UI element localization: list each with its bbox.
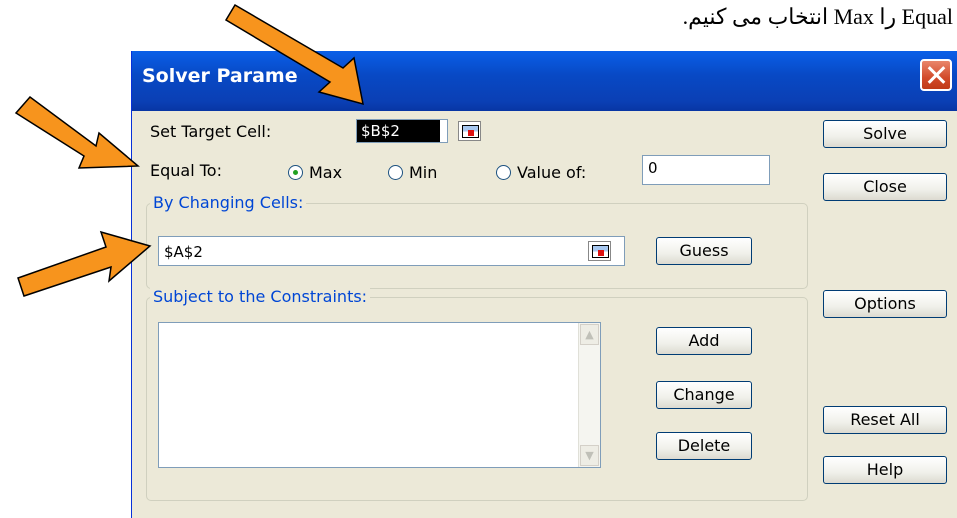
arrow-icon-changing-cells [17, 230, 152, 297]
arrow-icon-top [224, 3, 364, 106]
annotation-arrows [14, 3, 364, 297]
arrow-icon-equal-to [14, 95, 140, 169]
